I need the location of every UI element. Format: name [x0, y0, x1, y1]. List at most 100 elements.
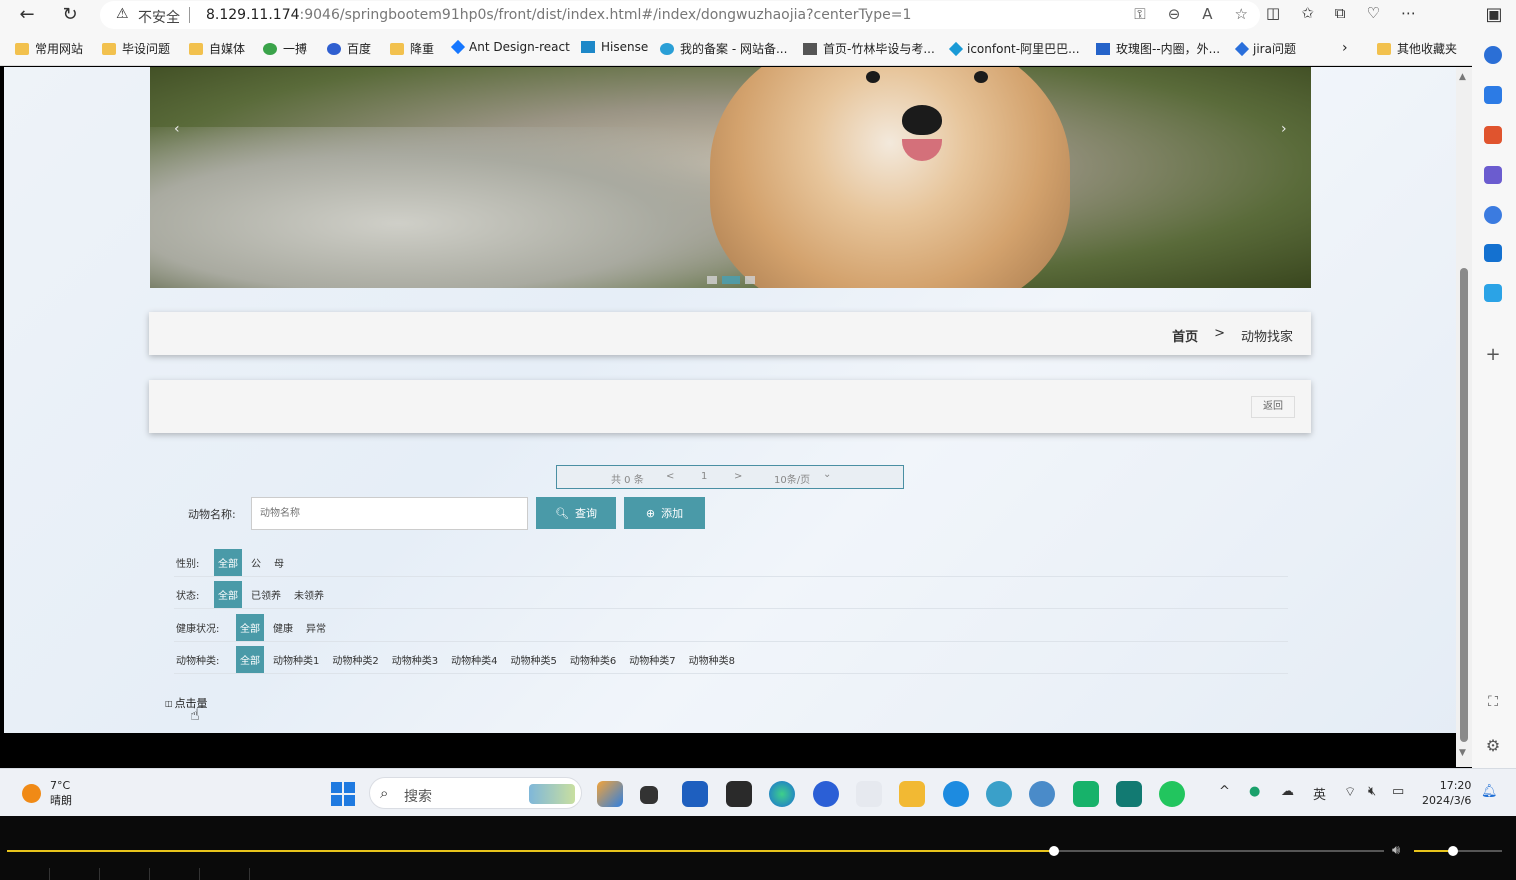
filter-option[interactable]: 动物种类3: [388, 647, 442, 672]
favorite-star-icon[interactable]: ☆: [1235, 5, 1248, 23]
bookmark-item[interactable]: iconfont-阿里巴巴...: [948, 40, 1080, 57]
playback-progress[interactable]: [7, 850, 1054, 852]
bookmark-item[interactable]: jira问题: [1234, 40, 1296, 57]
wechat-icon[interactable]: [1159, 781, 1185, 807]
filter-option-active[interactable]: 全部: [236, 614, 264, 641]
search-icon[interactable]: [1484, 46, 1502, 64]
carousel-dot[interactable]: [745, 276, 755, 284]
more-icon[interactable]: ⋯: [1401, 4, 1416, 22]
filter-option[interactable]: 健康: [269, 615, 297, 640]
filter-option[interactable]: 公: [247, 550, 265, 575]
split-screen-icon[interactable]: ◫: [1266, 4, 1280, 22]
volume-knob[interactable]: [1448, 846, 1458, 856]
clock[interactable]: 17:20 2024/3/6: [1422, 778, 1471, 808]
filter-option[interactable]: 异常: [302, 615, 330, 640]
user-app-icon[interactable]: [856, 781, 882, 807]
ime-indicator[interactable]: 英: [1313, 784, 1326, 803]
wechat-tray-icon[interactable]: ●: [1249, 784, 1260, 799]
carousel-prev-icon[interactable]: ‹: [174, 121, 180, 137]
volume-mute-icon[interactable]: 🔇︎: [1368, 784, 1376, 799]
bookmark-item[interactable]: 降重: [390, 40, 434, 57]
carousel-dot[interactable]: [707, 276, 717, 284]
chevron-right-icon[interactable]: ›: [1342, 40, 1348, 56]
weather-widget[interactable]: 7°C 晴朗: [50, 778, 72, 808]
read-aloud-icon[interactable]: A: [1202, 5, 1212, 23]
filter-option-active[interactable]: 全部: [236, 646, 264, 673]
performance-icon[interactable]: ♡: [1366, 4, 1379, 22]
tag-icon[interactable]: [1484, 86, 1502, 104]
battery-icon[interactable]: ▭: [1392, 784, 1404, 799]
file-explorer-icon[interactable]: [899, 781, 925, 807]
scroll-up-icon[interactable]: ▲: [1459, 72, 1466, 82]
bookmark-item[interactable]: 毕设问题: [102, 40, 170, 57]
devtools-app-icon[interactable]: [726, 781, 752, 807]
bookmark-item[interactable]: 百度: [327, 40, 371, 57]
copilot-app-icon[interactable]: [597, 781, 623, 807]
reload-icon[interactable]: ↻: [57, 3, 83, 27]
settings-gear-icon[interactable]: ⚙: [1484, 736, 1502, 755]
bookmark-item[interactable]: 一搏: [263, 40, 307, 57]
url-text[interactable]: 8.129.11.174:9046/springbootem91hp0s/fro…: [206, 7, 911, 23]
toolbox-icon[interactable]: [1484, 126, 1502, 144]
games-icon[interactable]: [1484, 166, 1502, 184]
filter-option[interactable]: 动物种类7: [625, 647, 679, 672]
breadcrumb-home[interactable]: 首页: [1172, 326, 1198, 345]
filter-option[interactable]: 已领养: [247, 582, 285, 607]
task-view-icon[interactable]: [640, 786, 658, 804]
filter-option[interactable]: 动物种类6: [566, 647, 620, 672]
carousel-dot-active[interactable]: [722, 276, 740, 284]
filter-option[interactable]: 动物种类4: [447, 647, 501, 672]
sort-by-clicks[interactable]: ◫ 点击量: [165, 695, 208, 711]
pagination-prev[interactable]: <: [666, 471, 674, 482]
sun-icon[interactable]: [22, 784, 41, 803]
bookmark-item[interactable]: 自媒体: [189, 40, 245, 57]
media-player-icon[interactable]: [1116, 781, 1142, 807]
copilot-icon[interactable]: [1484, 206, 1502, 224]
query-button[interactable]: 🔍︎ 查询: [536, 497, 616, 529]
outlook-icon[interactable]: [1484, 244, 1502, 262]
animal-name-input[interactable]: [251, 497, 528, 530]
filter-option-active[interactable]: 全部: [214, 581, 242, 608]
volume-remaining[interactable]: [1454, 850, 1502, 852]
filter-option[interactable]: 母: [270, 550, 288, 575]
sidebar-toggle-icon[interactable]: ▣: [1481, 3, 1507, 27]
bookmark-item[interactable]: 首页-竹林毕设与考...: [803, 40, 935, 57]
chevron-up-icon[interactable]: ^: [1219, 784, 1230, 799]
notification-bell-icon[interactable]: 🔔︎: [1481, 784, 1498, 799]
bookmark-item[interactable]: Hisense: [581, 40, 648, 54]
pagination-page[interactable]: 1: [701, 471, 707, 482]
back-button[interactable]: 返回: [1251, 396, 1295, 418]
store-icon[interactable]: [682, 781, 708, 807]
filter-option[interactable]: 动物种类2: [328, 647, 382, 672]
bookmark-item[interactable]: Ant Design-react: [450, 39, 570, 55]
bookmark-item[interactable]: 常用网站: [15, 40, 83, 57]
zoom-icon[interactable]: ⊖: [1168, 5, 1181, 23]
editor-app-icon[interactable]: [1073, 781, 1099, 807]
back-arrow-icon[interactable]: ←: [14, 3, 40, 27]
wifi-icon[interactable]: ⌔: [1344, 784, 1356, 800]
pagination-size-select[interactable]: 10条/页: [774, 471, 810, 486]
messaging-app-icon[interactable]: [813, 781, 839, 807]
pagination-next[interactable]: >: [734, 471, 742, 482]
address-bar[interactable]: ⚠ 不安全 8.129.11.174:9046/springbootem91hp…: [100, 1, 1260, 29]
send-icon[interactable]: [1484, 284, 1502, 302]
filter-option[interactable]: 动物种类8: [685, 647, 739, 672]
filter-option[interactable]: 动物种类5: [507, 647, 561, 672]
chevron-down-icon[interactable]: ⌄: [823, 469, 831, 480]
volume-icon[interactable]: 🔊︎: [1392, 843, 1400, 858]
favorites-icon[interactable]: ✩: [1301, 4, 1314, 22]
chrome-icon[interactable]: [1029, 781, 1055, 807]
add-button[interactable]: ⊕ 添加: [624, 497, 705, 529]
bookmark-item[interactable]: 其他收藏夹: [1377, 40, 1457, 57]
ie-icon[interactable]: [943, 781, 969, 807]
scroll-down-icon[interactable]: ▼: [1459, 748, 1466, 758]
taskbar-search[interactable]: ⌕ 搜索: [369, 777, 582, 809]
filter-option[interactable]: 动物种类1: [269, 647, 323, 672]
windows-start-icon[interactable]: [331, 782, 355, 806]
filter-option[interactable]: 未领养: [290, 582, 328, 607]
filter-option-active[interactable]: 全部: [214, 549, 242, 576]
collections-icon[interactable]: ⧉: [1335, 4, 1346, 22]
carousel-next-icon[interactable]: ›: [1281, 121, 1287, 137]
capture-icon[interactable]: ⛶: [1484, 694, 1502, 712]
playback-remaining[interactable]: [1054, 850, 1384, 852]
